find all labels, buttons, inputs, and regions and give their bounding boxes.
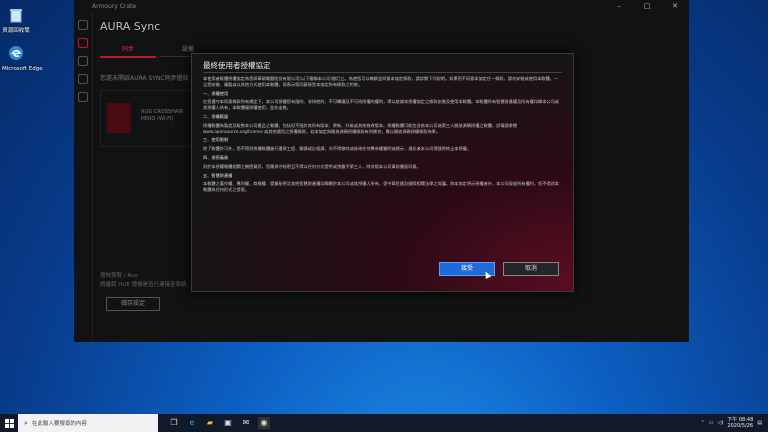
section-text: 在您遵守本同意條款所有規定下，本公司授權您有限的、非排他的、不可轉讓及不可再授權… [203, 99, 559, 111]
taskbar-apps: ❐ e ▰ ▣ ✉ ◉ [168, 417, 270, 429]
edge-taskbar-icon[interactable]: e [186, 417, 198, 429]
nav-settings-icon[interactable] [78, 74, 88, 84]
network-icon[interactable]: ▭ [709, 420, 714, 426]
dialog-title: 最終使用者授權協定 [203, 61, 271, 70]
windows-logo-icon [4, 418, 14, 428]
maximize-button[interactable]: □ [633, 2, 661, 10]
task-view-icon[interactable]: ❐ [168, 417, 180, 429]
close-button[interactable]: ✕ [661, 2, 689, 10]
eula-intro: 本使用者軟體授權協定為您與華碩電腦股份有限公司(以下簡稱本公司)間訂立。為使您可… [203, 76, 559, 87]
recycle-bin-label: 資源回收筒 [2, 28, 30, 34]
nav-home-icon[interactable] [78, 20, 88, 30]
section-text: 本軟體之著作權、專利權、商標權、營業秘密及其他智慧財產權均歸屬於本公司或其授權人… [203, 181, 559, 193]
section-heading: 五、智慧財產權 [203, 172, 233, 178]
tray-chevron-icon[interactable]: ⌃ [701, 420, 705, 426]
mail-icon[interactable]: ✉ [240, 417, 252, 429]
cancel-button[interactable]: 取消 [503, 262, 559, 276]
file-explorer-icon[interactable]: ▰ [204, 417, 216, 429]
eula-dialog: 最終使用者授權協定 本使用者軟體授權協定為您與華碩電腦股份有限公司(以下簡稱本公… [191, 53, 574, 292]
taskbar-search-box[interactable]: ⌕ 在此輸入要搜尋的內容 [18, 414, 158, 432]
section-heading: 一、授權使用 [203, 90, 229, 96]
edge-label: Microsoft Edge [2, 66, 43, 72]
window-title: Armoury Crate [92, 2, 137, 10]
clock[interactable]: 下午 08:48 2020/5/26 [727, 417, 753, 429]
recycle-bin-icon [10, 9, 22, 23]
section-heading: 四、保密義務 [203, 154, 229, 160]
taskbar: ⌕ 在此輸入要搜尋的內容 ❐ e ▰ ▣ ✉ ◉ ⌃ ▭ ◁) 下午 08:48… [0, 414, 768, 432]
side-nav [74, 12, 93, 342]
nav-device-icon[interactable] [78, 56, 88, 66]
nav-tools-icon[interactable] [78, 92, 88, 102]
device-name: ROG CROSSHAIR HERO (WI-FI) [141, 109, 183, 123]
save-settings-button[interactable]: 儲存設定 [106, 297, 160, 311]
device-name-line1: ROG CROSSHAIR [141, 109, 184, 115]
section-text: 對於本授權軟體相關之機密資訊，您應保守秘密且不得以任何方式提供或洩露予第三人，除… [203, 163, 421, 169]
preview-section: 燈效預覽 / Ruo 請確認 HUE 燈條是否已連接至系統 [100, 272, 187, 290]
system-tray: ⌃ ▭ ◁) 下午 08:48 2020/5/26 ▤ [701, 417, 768, 429]
section-text: 授權軟體為製造及販售本公司產品之軟體，包括但不限於其所有版本、更新、升級或其他修… [203, 122, 518, 134]
sync-hint: 您還未開啟AURA SYNC同步燈效 [100, 75, 189, 82]
nav-aura-icon[interactable] [78, 38, 88, 48]
desktop-recycle-bin[interactable]: 資源回收筒 [2, 6, 30, 35]
minimize-button[interactable]: – [605, 2, 633, 10]
store-icon[interactable]: ▣ [222, 417, 234, 429]
motherboard-image [107, 103, 131, 133]
section-text: 除了軟體許可外，您不得對授權軟體進行還原工程、解譯或反組譯，亦不得移除或修改任何… [203, 146, 472, 152]
dialog-divider [203, 72, 562, 73]
notification-icon[interactable]: ▤ [757, 420, 762, 426]
search-placeholder: 在此輸入要搜尋的內容 [31, 421, 87, 427]
volume-icon[interactable]: ◁) [717, 420, 723, 426]
title-bar: Armoury Crate – □ ✕ [74, 0, 689, 12]
page-title: AURA Sync [100, 20, 161, 33]
device-name-line2: HERO (WI-FI) [141, 116, 174, 122]
edge-icon [9, 46, 23, 60]
tab-sync[interactable]: 同步 [100, 44, 156, 58]
preview-desc: 請確認 HUE 燈條是否已連接至系統 [100, 282, 187, 288]
eula-text[interactable]: 本使用者軟體授權協定為您與華碩電腦股份有限公司(以下簡稱本公司)間訂立。為使您可… [203, 76, 562, 258]
section-heading: 三、使用限制 [203, 137, 229, 143]
desktop-edge[interactable]: Microsoft Edge [2, 44, 43, 73]
search-icon: ⌕ [24, 418, 28, 427]
section-heading: 二、授權範圍 [203, 113, 229, 119]
armoury-crate-taskbar-icon[interactable]: ◉ [258, 417, 270, 429]
clock-date: 2020/5/26 [727, 423, 754, 429]
start-button[interactable] [0, 414, 18, 432]
preview-label: 燈效預覽 / Ruo [100, 273, 138, 279]
